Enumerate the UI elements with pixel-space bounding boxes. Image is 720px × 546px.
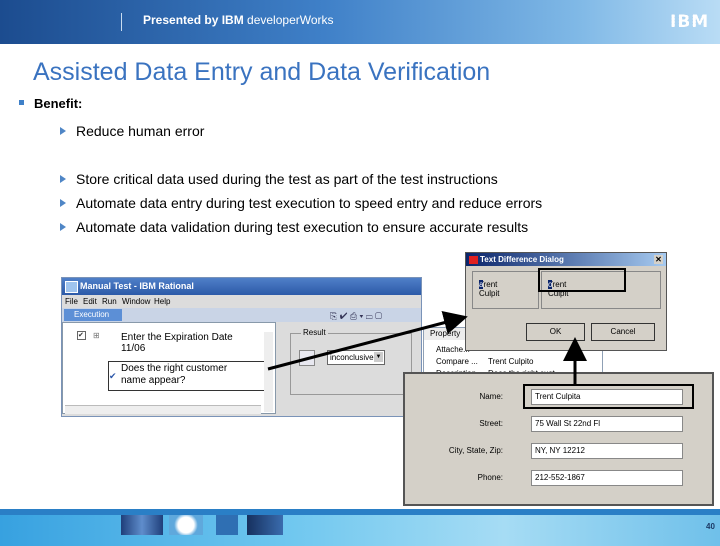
footer-band <box>0 509 720 515</box>
footer-decoration <box>247 515 283 535</box>
footer-decoration <box>169 515 203 535</box>
arrow-step-to-dialog <box>267 310 468 371</box>
callout-arrows <box>267 310 587 385</box>
footer-decoration <box>121 515 163 535</box>
footer-decoration <box>216 515 238 535</box>
page-number: 40 <box>706 522 715 531</box>
footer-bar <box>0 509 720 546</box>
